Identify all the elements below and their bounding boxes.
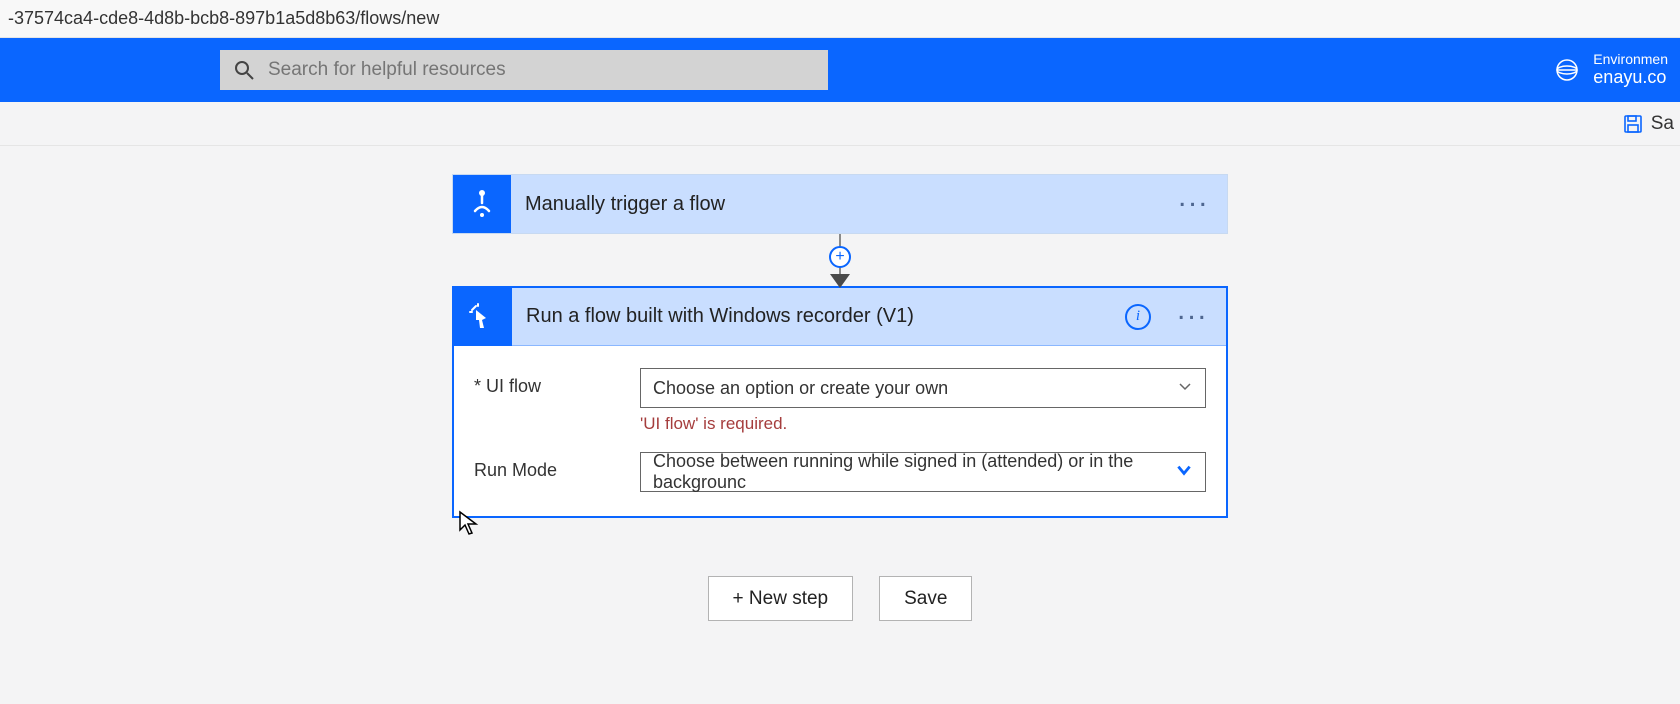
save-button[interactable]: Save — [879, 576, 972, 621]
chevron-down-icon — [1175, 461, 1193, 484]
field-uiflow-label: * UI flow — [474, 368, 630, 397]
chevron-down-icon — [1177, 378, 1193, 399]
action-card-header[interactable]: Run a flow built with Windows recorder (… — [454, 288, 1226, 346]
top-bar: Environmen enayu.co — [0, 38, 1680, 102]
environment-label: Environmen — [1593, 52, 1668, 67]
toolbar-save-button[interactable]: Sa — [1623, 113, 1674, 135]
uiflow-select-value: Choose an option or create your own — [653, 378, 948, 399]
search-input[interactable] — [268, 59, 814, 81]
uiflow-error: 'UI flow' is required. — [640, 414, 1206, 434]
connector: + — [452, 234, 1228, 286]
trigger-card-title: Manually trigger a flow — [511, 193, 1178, 216]
environment-name: enayu.co — [1593, 68, 1668, 88]
field-runmode-label: Run Mode — [474, 452, 630, 481]
action-card-body: * UI flow Choose an option or create you… — [454, 346, 1226, 516]
trigger-card[interactable]: Manually trigger a flow ... — [452, 174, 1228, 234]
field-runmode: Run Mode Choose between running while si… — [474, 452, 1206, 492]
action-icon — [454, 288, 512, 346]
environment-text: Environmen enayu.co — [1593, 52, 1668, 87]
environment-icon — [1555, 58, 1579, 82]
bottom-actions: + New step Save — [708, 576, 973, 621]
address-bar-url: -37574ca4-cde8-4d8b-bcb8-897b1a5d8b63/fl… — [8, 8, 439, 29]
uiflow-select[interactable]: Choose an option or create your own — [640, 368, 1206, 408]
new-step-button[interactable]: + New step — [708, 576, 854, 621]
toolbar-save-label: Sa — [1651, 113, 1674, 135]
sub-toolbar: Sa — [0, 102, 1680, 146]
environment-picker[interactable]: Environmen enayu.co — [1555, 52, 1672, 87]
search-icon — [234, 60, 254, 80]
arrow-down-icon — [830, 274, 850, 288]
info-icon[interactable]: i — [1125, 304, 1151, 330]
trigger-icon — [453, 175, 511, 233]
save-icon — [1623, 114, 1643, 134]
runmode-select[interactable]: Choose between running while signed in (… — [640, 452, 1206, 492]
address-bar[interactable]: -37574ca4-cde8-4d8b-bcb8-897b1a5d8b63/fl… — [0, 0, 1680, 38]
action-card[interactable]: Run a flow built with Windows recorder (… — [452, 286, 1228, 518]
trigger-card-header[interactable]: Manually trigger a flow ... — [453, 175, 1227, 233]
flow-canvas: Manually trigger a flow ... + Run a flow… — [0, 146, 1680, 704]
field-uiflow: * UI flow Choose an option or create you… — [474, 368, 1206, 434]
runmode-select-value: Choose between running while signed in (… — [653, 451, 1175, 493]
add-step-icon[interactable]: + — [829, 246, 851, 268]
action-card-title: Run a flow built with Windows recorder (… — [512, 305, 1125, 328]
search-box[interactable] — [220, 50, 828, 90]
